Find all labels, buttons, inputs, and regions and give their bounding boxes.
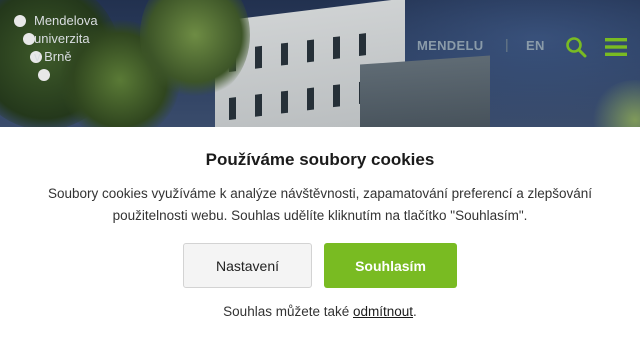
cookie-banner-message: Soubory cookies využíváme k analýze návš… — [47, 186, 593, 223]
cookie-accept-button[interactable]: Souhlasím — [324, 243, 457, 288]
nav-separator: | — [505, 36, 509, 52]
window — [359, 33, 366, 56]
logo-text-line: Mendelova — [34, 13, 98, 28]
hero-image: Mendelova univerzita v Brně MENDELU | EN — [0, 0, 640, 127]
logo-dot — [14, 15, 26, 27]
footnote-suffix: . — [413, 304, 417, 319]
hamburger-menu-icon[interactable] — [605, 37, 627, 57]
search-icon[interactable] — [565, 36, 587, 58]
window — [255, 93, 262, 117]
building-shadow — [360, 55, 490, 127]
window — [281, 42, 288, 66]
window — [255, 45, 262, 69]
footnote-prefix: Souhlas můžete také — [223, 304, 353, 319]
logo-dot — [38, 69, 50, 81]
cookie-banner-title: Používáme soubory cookies — [205, 150, 435, 169]
cookie-reject-link[interactable]: odmítnout — [353, 304, 413, 319]
nav-link-mendelu[interactable]: MENDELU — [417, 38, 483, 53]
window — [229, 97, 236, 120]
nav-link-language[interactable]: EN — [526, 38, 545, 53]
university-logo[interactable]: Mendelova univerzita v Brně — [12, 12, 122, 84]
window — [307, 39, 314, 63]
window — [281, 90, 288, 114]
logo-text-line: univerzita — [34, 31, 90, 46]
window — [333, 36, 340, 60]
cookie-footnote: Souhlas můžete také odmítnout. — [0, 304, 640, 319]
window — [333, 84, 340, 108]
cookie-settings-button[interactable]: Nastavení — [183, 243, 312, 288]
window — [307, 87, 314, 111]
logo-text-line: v Brně — [34, 49, 72, 64]
